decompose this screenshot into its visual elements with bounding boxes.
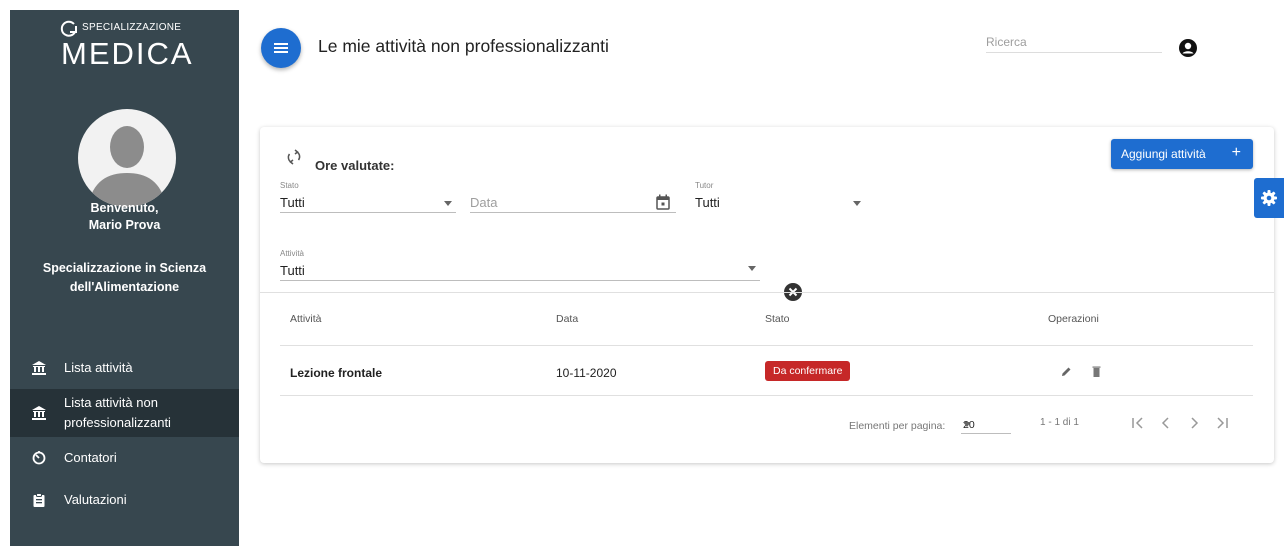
ore-valutate-label: Ore valutate: xyxy=(315,158,395,173)
stato-select[interactable]: Stato Tutti xyxy=(280,181,456,213)
tutor-value: Tutti xyxy=(695,193,865,213)
calendar-icon[interactable] xyxy=(656,194,670,210)
column-header-operazioni: Operazioni xyxy=(1048,313,1099,325)
sidebar-item-lista-attivita[interactable]: Lista attività xyxy=(10,347,239,389)
welcome-line: Benvenuto, xyxy=(90,201,159,215)
attivita-label: Attività xyxy=(280,249,305,258)
page-title: Le mie attività non professionalizzanti xyxy=(318,36,609,56)
gear-icon xyxy=(1261,190,1277,206)
bank-icon xyxy=(32,406,46,420)
column-header-data[interactable]: Data xyxy=(556,313,578,325)
specialization-text: Specializzazione in Scienza dell'Aliment… xyxy=(10,259,239,297)
data-field[interactable]: Data xyxy=(470,193,676,213)
add-activity-button-label: Aggiungi attività xyxy=(1121,147,1206,161)
data-datepicker[interactable]: Data xyxy=(470,181,676,213)
sidebar-item-label: Valutazioni xyxy=(64,492,127,507)
chevron-down-icon xyxy=(853,201,861,206)
data-placeholder: Data xyxy=(470,195,498,210)
tutor-label: Tutor xyxy=(695,181,714,190)
pagination-range: 1 - 1 di 1 xyxy=(1040,417,1079,428)
specialization-line2: dell'Alimentazione xyxy=(69,280,180,294)
sidebar-item-label-line1: Lista attività non xyxy=(64,395,158,410)
specialization-line1: Specializzazione in Scienza xyxy=(42,261,207,275)
sidebar: SPECIALIZZAZIONE MEDICA Benvenuto, Mario… xyxy=(10,10,239,546)
chevron-down-icon xyxy=(444,201,452,206)
hamburger-icon xyxy=(274,43,288,53)
attivita-value: Tutti xyxy=(280,261,760,281)
bank-icon xyxy=(32,361,46,375)
logo-subtitle: SPECIALIZZAZIONE xyxy=(82,22,182,33)
cell-attivita: Lezione frontale xyxy=(290,366,383,380)
sidebar-nav: Lista attività Lista attività non profes… xyxy=(10,347,239,521)
previous-page-icon[interactable] xyxy=(1156,413,1176,433)
delete-trash-icon[interactable] xyxy=(1090,365,1103,378)
sidebar-item-label: Lista attività xyxy=(64,360,133,375)
table-row-divider xyxy=(280,395,1253,396)
avatar-silhouette-icon xyxy=(88,126,166,207)
divider xyxy=(260,292,1274,293)
sidebar-item-label: Contatori xyxy=(64,450,117,465)
plus-icon: + xyxy=(1231,144,1241,161)
last-page-icon[interactable] xyxy=(1212,413,1232,433)
timer-icon xyxy=(32,451,46,465)
sidebar-item-contatori[interactable]: Contatori xyxy=(10,437,239,479)
sidebar-item-label: Lista attività non professionalizzanti xyxy=(64,393,171,433)
clipboard-icon xyxy=(32,493,46,507)
add-activity-button[interactable]: Aggiungi attività + xyxy=(1111,139,1253,169)
search-input[interactable] xyxy=(986,31,1162,53)
refresh-icon[interactable] xyxy=(286,149,302,165)
column-header-stato[interactable]: Stato xyxy=(765,313,790,325)
edit-pencil-icon[interactable] xyxy=(1060,365,1073,378)
attivita-select[interactable]: Attività Tutti xyxy=(280,249,760,281)
column-header-attivita[interactable]: Attività xyxy=(290,313,322,325)
activities-card: Ore valutate: Aggiungi attività + Stato … xyxy=(260,127,1274,463)
tutor-value-text: Tutti xyxy=(695,195,720,210)
avatar xyxy=(78,109,176,207)
user-account-icon[interactable] xyxy=(1178,38,1198,58)
menu-button[interactable] xyxy=(261,28,301,68)
first-page-icon[interactable] xyxy=(1128,413,1148,433)
next-page-icon[interactable] xyxy=(1184,413,1204,433)
data-label-spacer xyxy=(470,181,676,193)
logo-title: MEDICA xyxy=(61,36,194,71)
items-per-page-label: Elementi per pagina: xyxy=(849,420,946,432)
user-name: Mario Prova xyxy=(88,218,161,232)
tutor-select[interactable]: Tutor Tutti xyxy=(695,181,865,213)
table-row-divider xyxy=(280,345,1253,346)
sidebar-item-label-line2: professionalizzanti xyxy=(64,415,171,430)
stato-label: Stato xyxy=(280,181,299,190)
chevron-down-icon xyxy=(963,422,971,427)
chevron-down-icon xyxy=(748,266,756,271)
sidebar-item-valutazioni[interactable]: Valutazioni xyxy=(10,479,239,521)
status-badge: Da confermare xyxy=(765,361,851,381)
items-per-page-select[interactable]: 20 xyxy=(961,416,1011,434)
settings-button[interactable] xyxy=(1254,178,1284,218)
welcome-text: Benvenuto, Mario Prova xyxy=(10,200,239,234)
sidebar-item-lista-attivita-non-professionalizzanti[interactable]: Lista attività non professionalizzanti xyxy=(10,389,239,437)
stato-value: Tutti xyxy=(280,193,456,213)
app-logo[interactable]: SPECIALIZZAZIONE MEDICA xyxy=(60,18,200,78)
cell-data: 10-11-2020 xyxy=(556,366,617,380)
attivita-value-text: Tutti xyxy=(280,263,305,278)
stato-value-text: Tutti xyxy=(280,195,305,210)
